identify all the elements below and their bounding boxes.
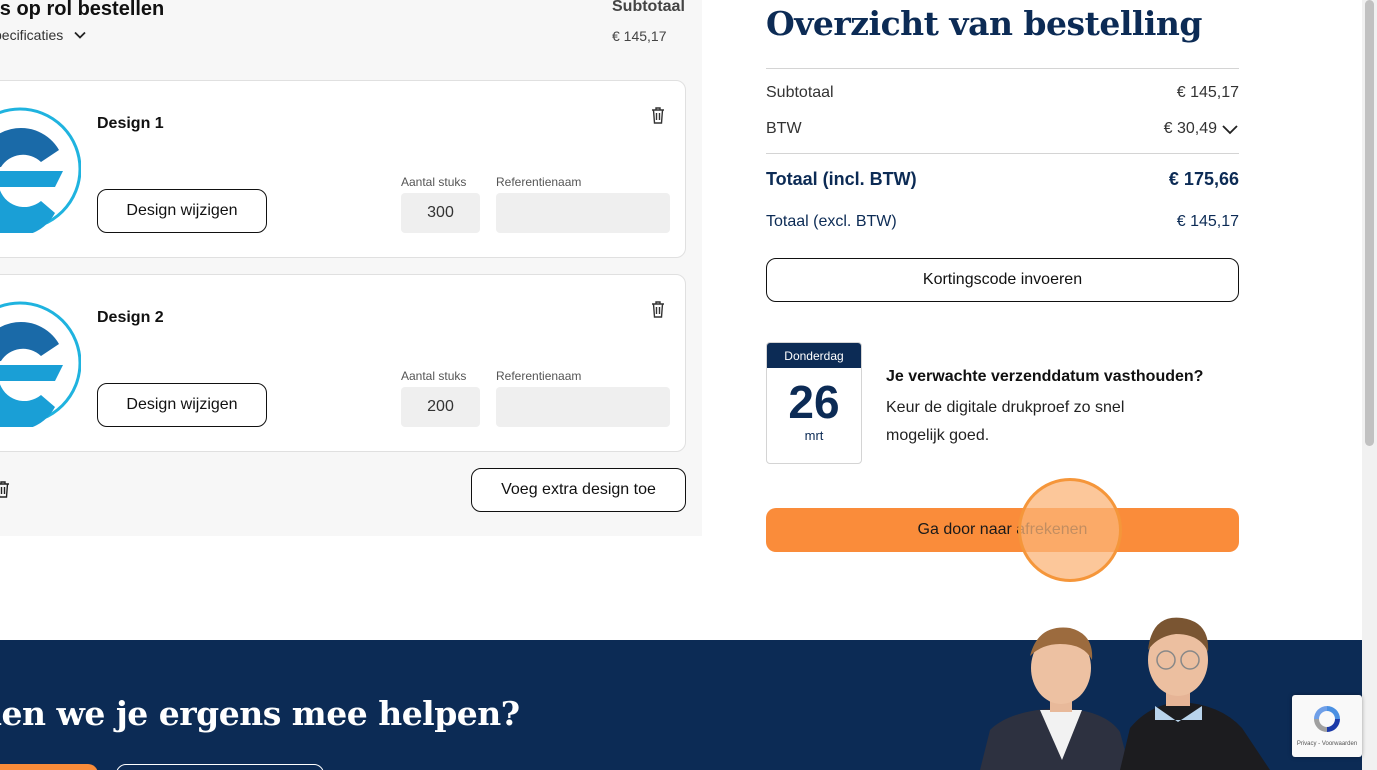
calendar-date: Donderdag 26 mrt <box>766 342 862 464</box>
design-logo-thumbnail <box>0 107 81 233</box>
help-secondary-button[interactable] <box>116 764 324 770</box>
trash-icon[interactable] <box>0 480 10 498</box>
subtotal-value: € 145,17 <box>1176 84 1239 101</box>
design-card: Design 2 Design wijzigen Aantal stuks Re… <box>0 274 686 452</box>
reference-name-input[interactable] <box>496 387 670 427</box>
edit-design-button[interactable]: Design wijzigen <box>97 383 267 427</box>
quantity-input[interactable]: 300 <box>401 193 480 233</box>
vat-toggle[interactable]: € 30,49 <box>1164 120 1239 138</box>
specifications-toggle[interactable]: pecificaties <box>0 27 87 43</box>
recaptcha-badge[interactable]: Privacy - Voorwaarden <box>1292 695 1362 757</box>
calendar-month: mrt <box>804 428 824 443</box>
discount-code-button[interactable]: Kortingscode invoeren <box>766 258 1239 302</box>
scrollbar-thumb[interactable] <box>1365 0 1374 446</box>
reference-name-label: Referentienaam <box>496 369 582 383</box>
divider <box>766 153 1239 154</box>
quantity-input[interactable]: 200 <box>401 387 480 427</box>
design-card: Design 1 Design wijzigen Aantal stuks Re… <box>0 80 686 258</box>
divider <box>766 68 1239 69</box>
quantity-label: Aantal stuks <box>401 175 467 189</box>
support-team-photo <box>980 617 1270 770</box>
scrollbar[interactable] <box>1362 0 1377 770</box>
recaptcha-links[interactable]: Privacy - Voorwaarden <box>1292 741 1362 747</box>
reference-name-label: Referentienaam <box>496 175 582 189</box>
help-primary-button[interactable] <box>0 764 98 770</box>
design-name: Design 2 <box>97 309 164 326</box>
total-incl-label: Totaal (incl. BTW) <box>766 169 917 189</box>
chevron-down-icon <box>74 31 86 39</box>
edit-design-button[interactable]: Design wijzigen <box>97 189 267 233</box>
quantity-label: Aantal stuks <box>401 369 467 383</box>
calendar-day: 26 <box>788 376 840 428</box>
design-logo-thumbnail <box>0 301 81 427</box>
add-design-button[interactable]: Voeg extra design toe <box>471 468 686 512</box>
summary-title: Overzicht van bestelling <box>766 4 1203 43</box>
subtotal-label: Subtotaal <box>766 84 834 101</box>
vat-label: BTW <box>766 120 802 137</box>
cart-panel: rs op rol bestellen pecificaties Subtota… <box>0 0 702 536</box>
recaptcha-icon <box>1314 706 1340 732</box>
design-name: Design 1 <box>97 115 164 132</box>
trash-icon[interactable] <box>649 299 667 319</box>
total-excl-value: € 145,17 <box>1176 213 1239 230</box>
subtotal-header: Subtotaal <box>612 0 685 15</box>
shipping-text: Keur de digitale drukproef zo snel mogel… <box>886 399 1125 444</box>
help-title: nen we je ergens mee helpen? <box>0 694 520 733</box>
reference-name-input[interactable] <box>496 193 670 233</box>
total-incl-value: € 175,66 <box>1168 169 1239 189</box>
product-title: rs op rol bestellen <box>0 0 165 20</box>
specifications-label: pecificaties <box>0 27 64 43</box>
cart-subtotal-value: € 145,17 <box>612 28 667 44</box>
chevron-down-icon <box>1222 125 1238 135</box>
total-excl-label: Totaal (excl. BTW) <box>766 213 897 230</box>
checkout-button[interactable]: Ga door naar afrekenen <box>766 508 1239 552</box>
shipping-title: Je verwachte verzenddatum vasthouden? <box>886 368 1204 385</box>
calendar-weekday: Donderdag <box>767 343 861 368</box>
vat-value: € 30,49 <box>1163 120 1217 137</box>
trash-icon[interactable] <box>649 105 667 125</box>
